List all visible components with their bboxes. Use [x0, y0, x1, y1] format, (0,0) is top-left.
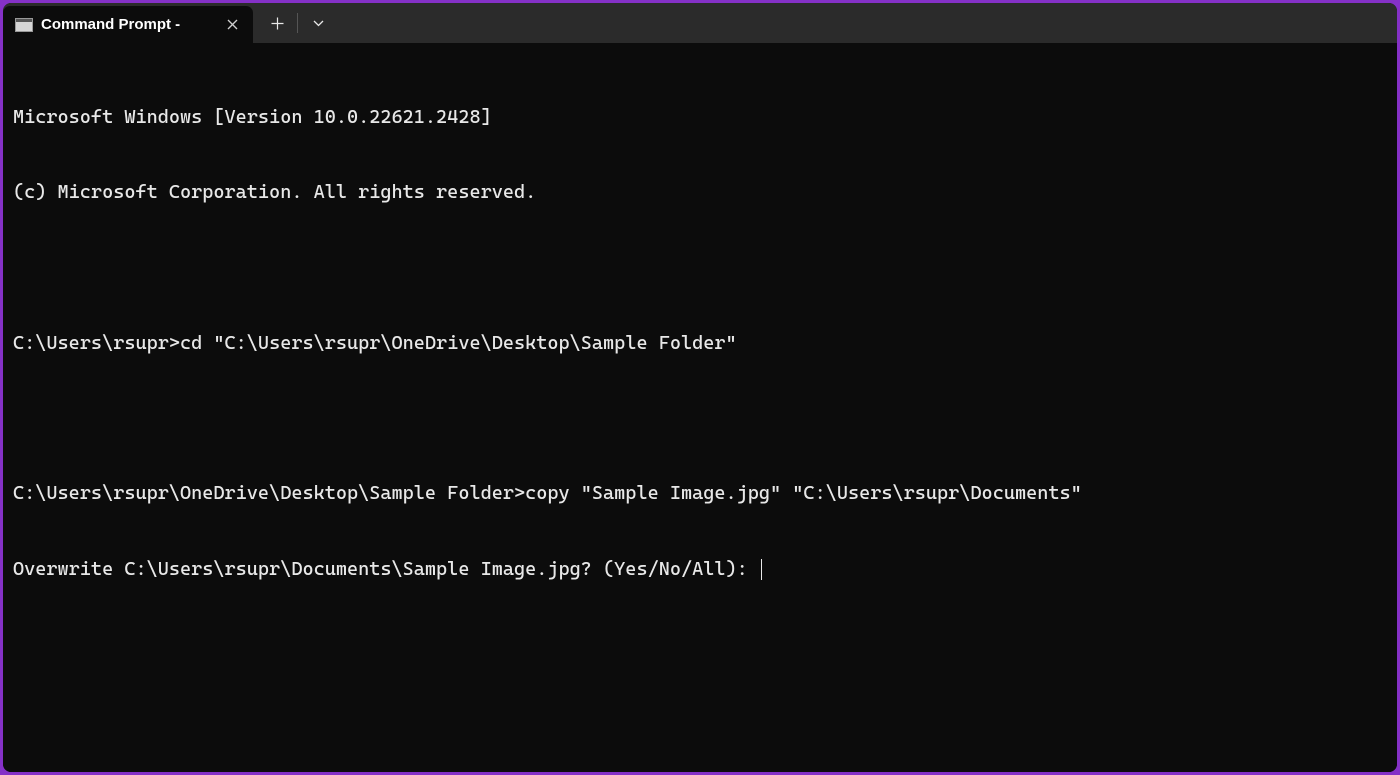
tab-active[interactable]: Command Prompt -	[3, 6, 253, 43]
output-line: Microsoft Windows [Version 10.0.22621.24…	[13, 105, 1387, 130]
prompt: C:\Users\rsupr\OneDrive\Desktop\Sample F…	[13, 482, 525, 504]
titlebar: Command Prompt -	[3, 3, 1397, 43]
new-tab-button[interactable]	[259, 5, 295, 41]
tab-dropdown-button[interactable]	[300, 5, 336, 41]
close-icon	[227, 19, 238, 30]
cmd-icon	[15, 18, 33, 32]
close-tab-button[interactable]	[221, 14, 243, 36]
blank-line	[13, 256, 1387, 281]
cursor	[761, 559, 762, 580]
tab-title: Command Prompt -	[41, 16, 213, 33]
command-text: cd "C:\Users\rsupr\OneDrive\Desktop\Samp…	[180, 332, 737, 354]
prompt: C:\Users\rsupr>	[13, 332, 180, 354]
plus-icon	[271, 17, 284, 30]
prompt-line: Overwrite C:\Users\rsupr\Documents\Sampl…	[13, 557, 1387, 582]
terminal-window: Command Prompt -	[3, 3, 1397, 772]
titlebar-actions	[253, 3, 336, 43]
command-line: C:\Users\rsupr>cd "C:\Users\rsupr\OneDri…	[13, 331, 1387, 356]
output-line: (c) Microsoft Corporation. All rights re…	[13, 180, 1387, 205]
command-line: C:\Users\rsupr\OneDrive\Desktop\Sample F…	[13, 481, 1387, 506]
chevron-down-icon	[313, 20, 324, 27]
blank-line	[13, 406, 1387, 431]
overwrite-prompt: Overwrite C:\Users\rsupr\Documents\Sampl…	[13, 558, 759, 580]
terminal-output[interactable]: Microsoft Windows [Version 10.0.22621.24…	[3, 43, 1397, 772]
command-text: copy "Sample Image.jpg" "C:\Users\rsupr\…	[525, 482, 1082, 504]
divider	[297, 13, 298, 33]
